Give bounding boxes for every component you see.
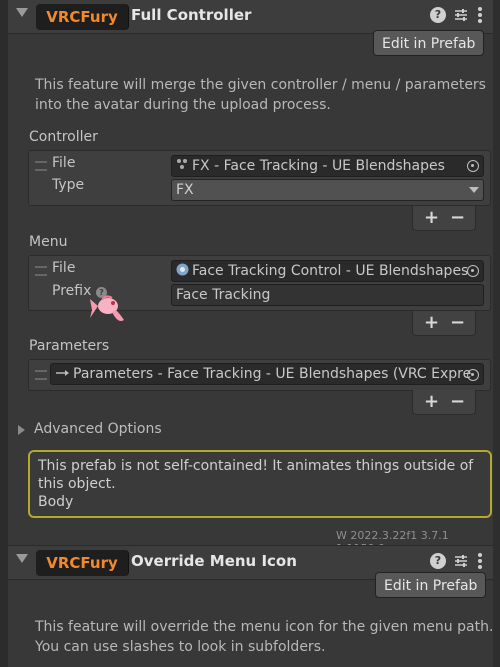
- add-button[interactable]: +: [424, 391, 439, 412]
- add-button[interactable]: +: [424, 312, 439, 333]
- type-dropdown[interactable]: FX: [171, 179, 484, 201]
- dropdown-arrow-icon: [469, 187, 479, 193]
- menu-file-field[interactable]: Face Tracking Control - UE Blendshapes: [171, 260, 484, 282]
- object-picker-icon[interactable]: [467, 265, 479, 277]
- prefix-field[interactable]: Face Tracking: [171, 284, 484, 306]
- chevron-right-icon[interactable]: [18, 425, 25, 435]
- controller-file-field[interactable]: FX - Face Tracking - UE Blendshapes: [171, 155, 484, 177]
- remove-button[interactable]: −: [450, 391, 465, 412]
- menu-file-label: File: [52, 260, 76, 276]
- controller-add-remove: + −: [412, 206, 476, 231]
- menu-asset-icon: [176, 263, 189, 279]
- drag-handle[interactable]: [35, 370, 47, 380]
- prefix-label: Prefix: [52, 283, 92, 299]
- advanced-options-foldout[interactable]: Advanced Options: [34, 421, 162, 437]
- drag-handle[interactable]: [35, 266, 47, 276]
- parameters-label: Parameters: [29, 338, 110, 354]
- animator-icon: [176, 157, 188, 174]
- parameters-list: Parameters - Face Tracking - UE Blendsha…: [28, 359, 491, 391]
- component-title: Override Menu Icon: [131, 552, 297, 570]
- object-picker-icon[interactable]: [467, 160, 479, 172]
- sliders-icon[interactable]: [453, 7, 469, 23]
- controller-list: File FX - Face Tracking - UE Blendshapes…: [28, 150, 491, 206]
- object-picker-icon[interactable]: [467, 369, 479, 381]
- more-icon[interactable]: [478, 553, 482, 569]
- parameters-add-remove: + −: [412, 390, 476, 415]
- type-label: Type: [52, 177, 85, 193]
- fish-cursor-icon: [88, 290, 128, 332]
- left-edge: [0, 0, 8, 667]
- component-title: Full Controller: [131, 6, 252, 24]
- help-icon[interactable]: ?: [430, 7, 446, 23]
- component-header[interactable]: VRCFury Full Controller ?: [8, 0, 493, 34]
- edit-in-prefab-button[interactable]: Edit in Prefab: [375, 572, 487, 598]
- chevron-down-icon[interactable]: [16, 554, 28, 563]
- warning-box: This prefab is not self-contained! It an…: [28, 450, 492, 518]
- menu-add-remove: + −: [412, 311, 476, 336]
- parameters-asset-icon: [55, 367, 71, 382]
- controller-label: Controller: [29, 129, 98, 145]
- vrcfury-tag: VRCFury: [36, 550, 129, 576]
- parameters-field[interactable]: Parameters - Face Tracking - UE Blendsha…: [50, 363, 484, 385]
- description: This feature will merge the given contro…: [35, 77, 486, 113]
- edit-in-prefab-button[interactable]: Edit in Prefab: [373, 30, 485, 56]
- menu-label: Menu: [29, 234, 68, 250]
- remove-button[interactable]: −: [450, 312, 465, 333]
- file-label: File: [52, 155, 76, 171]
- description: This feature will override the menu icon…: [35, 619, 494, 655]
- sliders-icon[interactable]: [453, 553, 469, 569]
- add-button[interactable]: +: [424, 207, 439, 228]
- vrcfury-tag: VRCFury: [36, 4, 129, 30]
- more-icon[interactable]: [478, 7, 482, 23]
- remove-button[interactable]: −: [450, 207, 465, 228]
- chevron-down-icon[interactable]: [16, 8, 28, 17]
- help-icon[interactable]: ?: [430, 553, 446, 569]
- drag-handle[interactable]: [35, 161, 47, 171]
- scrollbar[interactable]: [493, 0, 500, 667]
